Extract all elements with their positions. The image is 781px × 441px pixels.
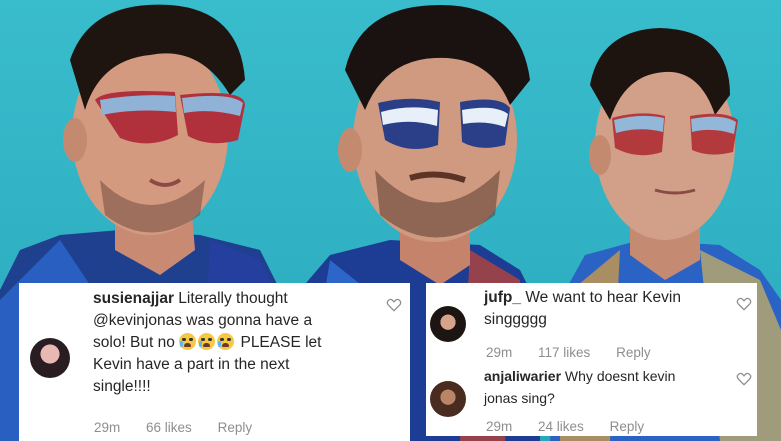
username[interactable]: susienajjar (93, 290, 174, 307)
timestamp: 29m (94, 420, 121, 435)
comment-card-right: jufp_ We want to hear Kevin singgggg 29m… (426, 283, 757, 436)
heart-icon[interactable] (386, 298, 402, 312)
comment-line-part: PLEASE let (236, 334, 322, 351)
timestamp: 29m (486, 345, 513, 360)
username[interactable]: jufp_ (484, 289, 521, 306)
crying-face-icon (198, 333, 216, 350)
reply-button[interactable]: Reply (610, 419, 645, 434)
comment-line: singgggg (484, 311, 547, 328)
timestamp: 29m (486, 419, 513, 434)
avatar[interactable] (430, 306, 466, 342)
comment-line: single!!!! (93, 378, 151, 395)
comment-text: susienajjar Literally thought @kevinjona… (93, 288, 393, 398)
likes-count[interactable]: 66 likes (146, 420, 192, 435)
comment-meta: 29m 24 likes Reply (486, 419, 666, 434)
reply-button[interactable]: Reply (616, 345, 651, 360)
likes-count[interactable]: 117 likes (538, 345, 590, 360)
comment-meta: 29m 117 likes Reply (486, 345, 673, 360)
heart-icon[interactable] (736, 297, 752, 311)
avatar[interactable] (30, 338, 70, 378)
comment-meta: 29m 66 likes Reply (94, 420, 274, 435)
avatar[interactable] (430, 381, 466, 417)
comment-text: jufp_ We want to hear Kevin singgggg (484, 287, 724, 331)
username[interactable]: anjaliwarier (484, 368, 561, 384)
comment-text: anjaliwarier Why doesnt kevin jonas sing… (484, 365, 734, 409)
comment-line: Kevin have a part in the next (93, 356, 290, 373)
comment-line: jonas sing? (484, 390, 555, 406)
comment-line-part: solo! But no (93, 334, 180, 351)
reply-button[interactable]: Reply (218, 420, 253, 435)
crying-face-icon (179, 333, 197, 350)
crying-face-icon (217, 333, 235, 350)
comment-line: We want to hear Kevin (521, 289, 681, 306)
comment-card-left: susienajjar Literally thought @kevinjona… (19, 283, 410, 441)
mention-line: @kevinjonas was gonna have a (93, 312, 313, 329)
heart-icon[interactable] (736, 372, 752, 386)
comment-line: solo! But no PLEASE let (93, 332, 393, 354)
comment-line: Why doesnt kevin (561, 368, 676, 384)
likes-count[interactable]: 24 likes (538, 419, 584, 434)
comment-line: Literally thought (174, 290, 288, 307)
